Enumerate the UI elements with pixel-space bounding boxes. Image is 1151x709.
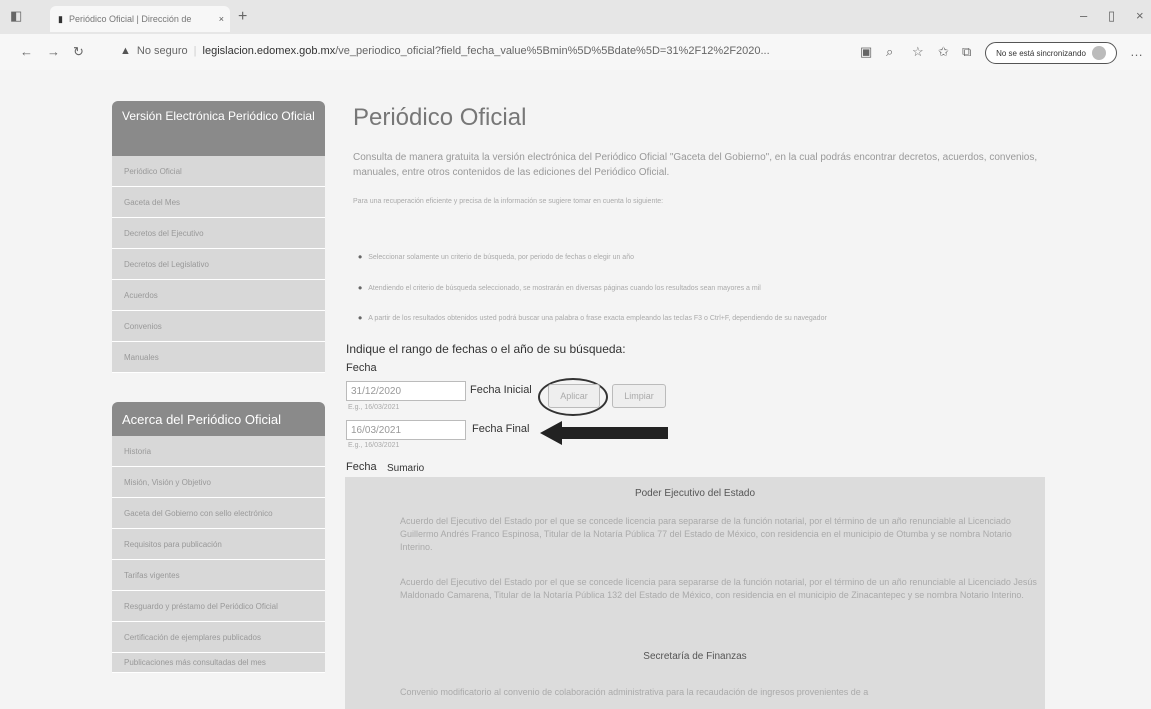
forward-icon[interactable]: →	[47, 44, 60, 59]
bullet-1: Seleccionar solamente un criterio de bús…	[358, 250, 1048, 264]
fecha-inicial-input[interactable]: 31/12/2020	[346, 381, 466, 401]
sidebar-section-title: Versión Electrónica Periódico Oficial	[112, 101, 325, 156]
tip-text: Para una recuperación eficiente y precis…	[353, 198, 664, 205]
sidebar-item-acuerdos[interactable]: Acuerdos	[112, 280, 325, 311]
sidebar-item-tarifas[interactable]: Tarifas vigentes	[112, 560, 325, 591]
annotation-arrow-icon	[540, 421, 668, 445]
sidebar-item-mas-consultadas[interactable]: Publicaciones más consultadas del mes	[112, 653, 325, 673]
not-secure-label: No seguro	[136, 45, 188, 57]
range-prompt: Indique el rango de fechas o el año de s…	[346, 342, 626, 356]
sidebar-item-mision[interactable]: Misión, Visión y Objetivo	[112, 467, 325, 498]
fecha-inicial-label: Fecha Inicial	[470, 384, 532, 396]
fecha-label: Fecha	[346, 362, 377, 374]
favorite-icon[interactable]: ☆	[912, 44, 924, 60]
browser-tab[interactable]: ▮ Periódico Oficial | Dirección de ×	[50, 6, 230, 32]
fecha-final-input[interactable]: 16/03/2021	[346, 420, 466, 440]
sidebar-section-about: Acerca del Periódico Oficial Historia Mi…	[112, 402, 325, 673]
window-close-icon[interactable]: ×	[1136, 8, 1144, 23]
more-icon[interactable]: …	[1130, 44, 1143, 59]
sidebar-item-manuales[interactable]: Manuales	[112, 342, 325, 373]
sidebar-item-decretos-ejecutivo[interactable]: Decretos del Ejecutivo	[112, 218, 325, 249]
sidebar-item-certificacion[interactable]: Certificación de ejemplares publicados	[112, 622, 325, 653]
fecha-final-label: Fecha Final	[472, 423, 530, 435]
url-divider: |	[193, 45, 197, 57]
fecha-inicial-example: E.g., 16/03/2021	[348, 404, 400, 411]
sidebar-item-resguardo[interactable]: Resguardo y préstamo del Periódico Ofici…	[112, 591, 325, 622]
bullet-3-text: A partir de los resultados obtenidos ust…	[368, 314, 827, 322]
sidebar-section-title: Acerca del Periódico Oficial	[112, 402, 325, 436]
section-heading-poder-ejecutivo: Poder Ejecutivo del Estado	[634, 488, 756, 499]
sidebar-item-periodico[interactable]: Periódico Oficial	[112, 156, 325, 187]
maximize-icon[interactable]: ▯	[1108, 8, 1115, 24]
tab-favicon-icon: ▮	[58, 13, 63, 24]
clear-button[interactable]: Limpiar	[612, 384, 666, 408]
result-item[interactable]: Acuerdo del Ejecutivo del Estado por el …	[400, 515, 1045, 554]
favorites-bar-icon[interactable]: ✩	[938, 44, 949, 60]
section-heading-finanzas: Secretaría de Finanzas	[643, 651, 747, 662]
result-item[interactable]: Convenio modificatorio al convenio de co…	[400, 686, 1045, 699]
sidebar-item-sello[interactable]: Gaceta del Gobierno con sello electrónic…	[112, 498, 325, 529]
sync-status-button[interactable]: No se está sincronizando	[985, 42, 1117, 64]
sidebar-item-gaceta-mes[interactable]: Gaceta del Mes	[112, 187, 325, 218]
sidebar-toggle-icon[interactable]: ◧	[10, 8, 22, 24]
collections-icon[interactable]: ⧉	[962, 44, 971, 60]
back-icon[interactable]: ←	[20, 44, 33, 59]
reader-icon[interactable]: ▣	[860, 44, 872, 60]
avatar-icon	[1091, 46, 1106, 60]
bullet-2: Atendiendo el criterio de búsqueda selec…	[358, 281, 1048, 295]
new-tab-icon[interactable]: +	[238, 8, 247, 26]
bullet-2-text: Atendiendo el criterio de búsqueda selec…	[368, 284, 761, 292]
url-path: /ve_periodico_oficial?field_fecha_value%…	[335, 45, 770, 57]
url-domain: legislacion.edomex.gob.mx	[202, 45, 336, 57]
sidebar-item-convenios[interactable]: Convenios	[112, 311, 325, 342]
sidebar-item-requisitos[interactable]: Requisitos para publicación	[112, 529, 325, 560]
intro-text: Consulta de manera gratuita la versión e…	[353, 152, 1038, 178]
page-title: Periódico Oficial	[353, 104, 527, 131]
sidebar-section-electronic: Versión Electrónica Periódico Oficial Pe…	[112, 101, 325, 373]
address-input[interactable]: ▲ No seguro | legislacion.edomex.gob.mx /…	[120, 40, 840, 62]
bullet-3: A partir de los resultados obtenidos ust…	[358, 311, 1048, 325]
bullet-1-text: Seleccionar solamente un criterio de bús…	[368, 253, 634, 261]
apply-button[interactable]: Aplicar	[548, 384, 600, 408]
warning-icon: ▲	[120, 45, 131, 57]
minimize-icon[interactable]: –	[1080, 8, 1087, 23]
tab-close-icon[interactable]: ×	[219, 14, 224, 24]
sidebar-item-historia[interactable]: Historia	[112, 436, 325, 467]
reload-icon[interactable]: ↻	[73, 44, 84, 60]
column-sumario: Sumario	[387, 463, 425, 474]
result-item[interactable]: Acuerdo del Ejecutivo del Estado por el …	[400, 576, 1045, 602]
sync-label: No se está sincronizando	[996, 48, 1086, 58]
fecha-final-example: E.g., 16/03/2021	[348, 442, 400, 449]
tab-title: Periódico Oficial | Dirección de	[68, 14, 192, 24]
column-fecha: Fecha	[346, 461, 377, 473]
zoom-icon[interactable]: ⌕	[886, 44, 893, 60]
sidebar-item-decretos-legislativo[interactable]: Decretos del Legislativo	[112, 249, 325, 280]
